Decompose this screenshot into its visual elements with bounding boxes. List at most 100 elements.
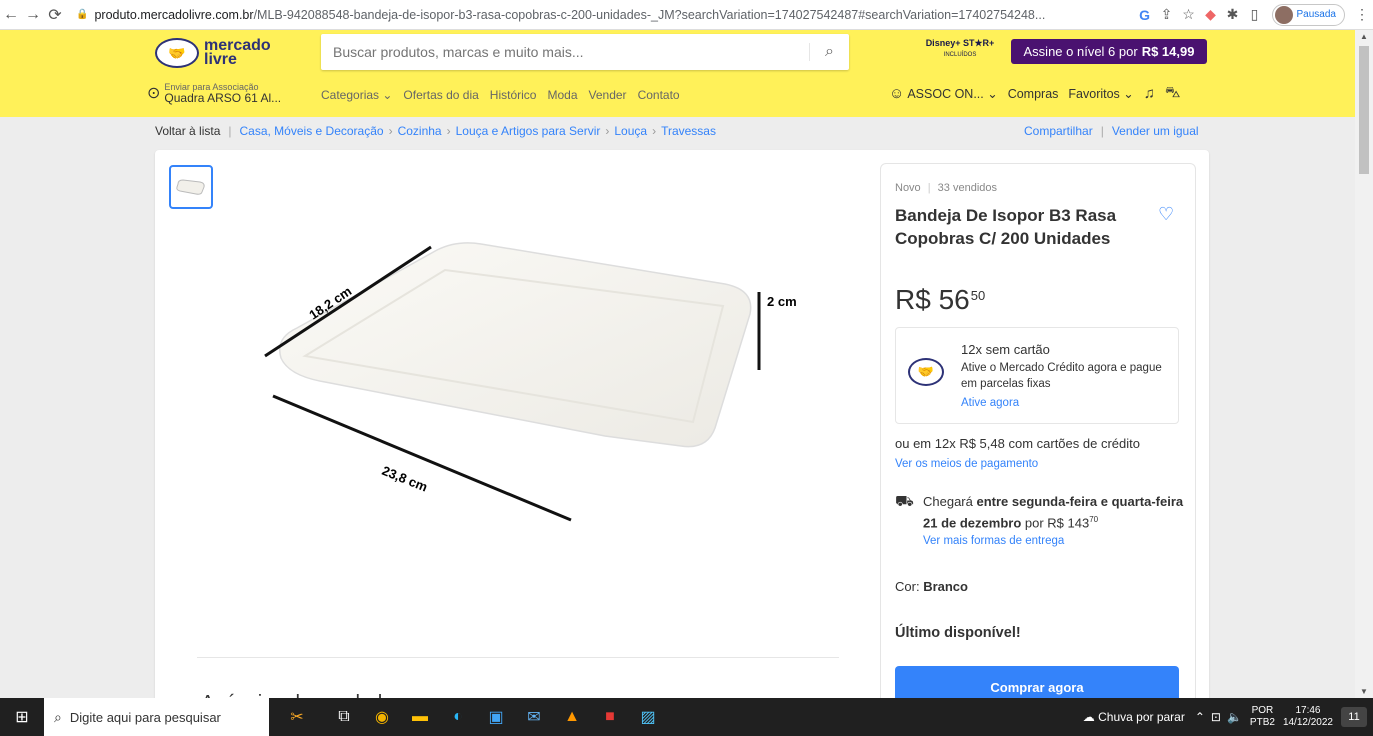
product-card: 18,2 cm 23,8 cm 2 cm Anúncios do vendedo… — [155, 150, 1209, 710]
share-divider: | — [1100, 124, 1104, 138]
weather-widget[interactable]: ☁ Chuva por parar — [1083, 710, 1185, 724]
chevron-right-icon: › — [652, 124, 657, 138]
share-page-icon[interactable]: ⇪ — [1156, 6, 1178, 23]
notifications-icon[interactable]: 11 — [1341, 707, 1367, 727]
office-icon[interactable]: ■ — [591, 698, 629, 736]
shipping-address[interactable]: ⊙ Enviar para Associação Quadra ARSO 61 … — [147, 78, 307, 108]
subscription-promo-banner[interactable]: Assine o nível 6 por R$ 14,99 — [1011, 39, 1207, 64]
mercadopago-handshake-icon: 🤝 — [908, 358, 944, 386]
scroll-up-arrow-icon[interactable]: ▲ — [1360, 32, 1368, 41]
site-header: 🤝 mercado livre ⌕ Disney+ ST★R+ INCLUÍDO… — [0, 30, 1373, 117]
favorites-link[interactable]: Favoritos ⌄ — [1068, 86, 1133, 101]
breadcrumb-item[interactable]: Travessas — [661, 124, 716, 138]
mercadolivre-logo[interactable]: 🤝 mercado livre — [155, 36, 280, 70]
puzzle-extensions-icon[interactable]: ✱ — [1222, 6, 1244, 23]
breadcrumb-item[interactable]: Louça — [614, 124, 647, 138]
chrome-icon[interactable]: ◉ — [363, 698, 401, 736]
price-cents: 50 — [970, 288, 986, 303]
color-selector: Cor: Branco — [895, 579, 968, 594]
price-int: 56 — [938, 284, 970, 315]
network-icon[interactable]: ⊡ — [1211, 710, 1221, 724]
promo-text: Assine o nível 6 por — [1023, 44, 1138, 59]
credit-description: Ative o Mercado Crédito agora e pague em… — [961, 362, 1162, 390]
nav-deals[interactable]: Ofertas do dia — [403, 88, 478, 102]
more-delivery-options-link[interactable]: Ver mais formas de entrega — [923, 535, 1064, 547]
page-scrollbar[interactable]: ▲ ▼ — [1355, 30, 1373, 698]
truck-icon: ⛟ — [895, 493, 914, 510]
heart-icon[interactable]: ♡ — [1158, 204, 1174, 225]
disney-star-badge[interactable]: Disney+ ST★R+ INCLUÍDOS — [918, 38, 1002, 66]
file-explorer-icon[interactable]: ▬ — [401, 698, 439, 736]
gallery-thumbnail[interactable] — [169, 165, 213, 209]
delivery-prefix: Chegará — [923, 494, 973, 509]
nav-categories[interactable]: Categorias ⌄ — [321, 88, 392, 102]
main-nav: Categorias ⌄ Ofertas do dia Histórico Mo… — [321, 88, 691, 102]
breadcrumb-item[interactable]: Cozinha — [398, 124, 442, 138]
tray-expand-icon[interactable]: ⌃ — [1195, 710, 1205, 724]
url-path: /MLB-942088548-bandeja-de-isopor-b3-rasa… — [253, 7, 1046, 22]
scrollbar-thumb[interactable] — [1359, 46, 1369, 174]
search-input[interactable] — [321, 34, 809, 70]
back-arrow-icon[interactable]: ← — [0, 6, 22, 24]
condition-sold: Novo | 33 vendidos — [895, 182, 997, 194]
nav-fashion[interactable]: Moda — [547, 88, 577, 102]
windows-start-icon[interactable]: ⊞ — [0, 698, 44, 736]
height-dimension-label: 2 cm — [767, 294, 797, 309]
scissors-app-icon[interactable]: ✂ — [269, 698, 325, 736]
language-indicator[interactable]: POR PTB2 — [1250, 705, 1275, 729]
section-divider — [197, 657, 839, 658]
clock-date: 14/12/2022 — [1282, 717, 1333, 728]
reload-icon[interactable]: ⟳ — [44, 5, 66, 25]
search-icon: ⌕ — [54, 708, 62, 725]
clock[interactable]: 17:46 14/12/2022 — [1283, 705, 1333, 729]
user-menu[interactable]: ASSOC ON... ⌄ — [907, 86, 997, 101]
stock-status: Último disponível! — [895, 625, 1021, 641]
photos-icon[interactable]: ▨ — [629, 698, 667, 736]
mail-icon[interactable]: ✉ — [515, 698, 553, 736]
share-link[interactable]: Compartilhar — [1024, 124, 1093, 138]
taskbar-search-placeholder: Digite aqui para pesquisar — [69, 709, 221, 725]
nav-contact[interactable]: Contato — [638, 88, 680, 102]
bookmark-star-icon[interactable]: ☆ — [1178, 6, 1200, 23]
extension-icon[interactable]: ◆ — [1200, 6, 1222, 23]
breadcrumb-item[interactable]: Louça e Artigos para Servir — [456, 124, 601, 138]
color-value: Branco — [923, 579, 968, 594]
disney-sub: INCLUÍDOS — [943, 52, 977, 58]
disney-label: Disney+ ST★R+ — [925, 38, 995, 48]
scroll-down-arrow-icon[interactable]: ▼ — [1360, 687, 1368, 696]
cart-icon[interactable]: ⛍ — [1165, 84, 1180, 103]
task-view-icon[interactable]: ⧉ — [325, 698, 363, 736]
address-bar[interactable]: 🔒 produto.mercadolivre.com.br/MLB-942088… — [76, 8, 1134, 22]
breadcrumb-item[interactable]: Casa, Móveis e Decoração — [240, 124, 384, 138]
taskbar-search[interactable]: ⌕ Digite aqui para pesquisar — [44, 698, 269, 736]
edge-icon[interactable]: ◐ — [439, 698, 477, 736]
breadcrumb: Voltar à lista | Casa, Móveis e Decoraçã… — [155, 124, 716, 138]
google-icon[interactable]: G — [1134, 7, 1156, 23]
forward-arrow-icon[interactable]: → — [22, 6, 44, 24]
product-price: R$ 5650 — [895, 284, 985, 316]
bell-icon[interactable]: ♫ — [1144, 85, 1155, 102]
volume-icon[interactable]: 🔈 — [1227, 710, 1242, 724]
payment-methods-link[interactable]: Ver os meios de pagamento — [895, 458, 1038, 470]
product-main-image[interactable]: 18,2 cm 23,8 cm 2 cm — [245, 210, 805, 570]
search-icon[interactable]: ⌕ — [809, 43, 849, 61]
purchases-link[interactable]: Compras — [1008, 87, 1059, 101]
sidepanel-icon[interactable]: ▯ — [1244, 6, 1266, 23]
share-links: Compartilhar | Vender um igual — [1024, 124, 1199, 138]
back-to-list-link[interactable]: Voltar à lista — [155, 124, 220, 138]
nav-history[interactable]: Histórico — [490, 88, 537, 102]
kebab-menu-icon[interactable]: ⋮ — [1351, 6, 1373, 23]
nav-sell[interactable]: Vender — [589, 88, 627, 102]
condition-label: Novo — [895, 182, 921, 194]
vlc-icon[interactable]: ▲ — [553, 698, 591, 736]
tray-image: 18,2 cm 23,8 cm 2 cm — [264, 242, 797, 522]
delivery-price: por R$ 143 — [1024, 515, 1090, 531]
user-icon[interactable]: ☺ — [889, 85, 904, 102]
sell-same-link[interactable]: Vender um igual — [1112, 124, 1199, 138]
activate-credit-link[interactable]: Ative agora — [961, 397, 1019, 409]
profile-button[interactable]: Pausada — [1271, 3, 1345, 26]
profile-status: Pausada — [1296, 9, 1336, 20]
keyboard-layout: PTB2 — [1249, 717, 1275, 728]
installments-text: ou em 12x R$ 5,48 com cartões de crédito — [895, 436, 1140, 451]
store-icon[interactable]: ▣ — [477, 698, 515, 736]
